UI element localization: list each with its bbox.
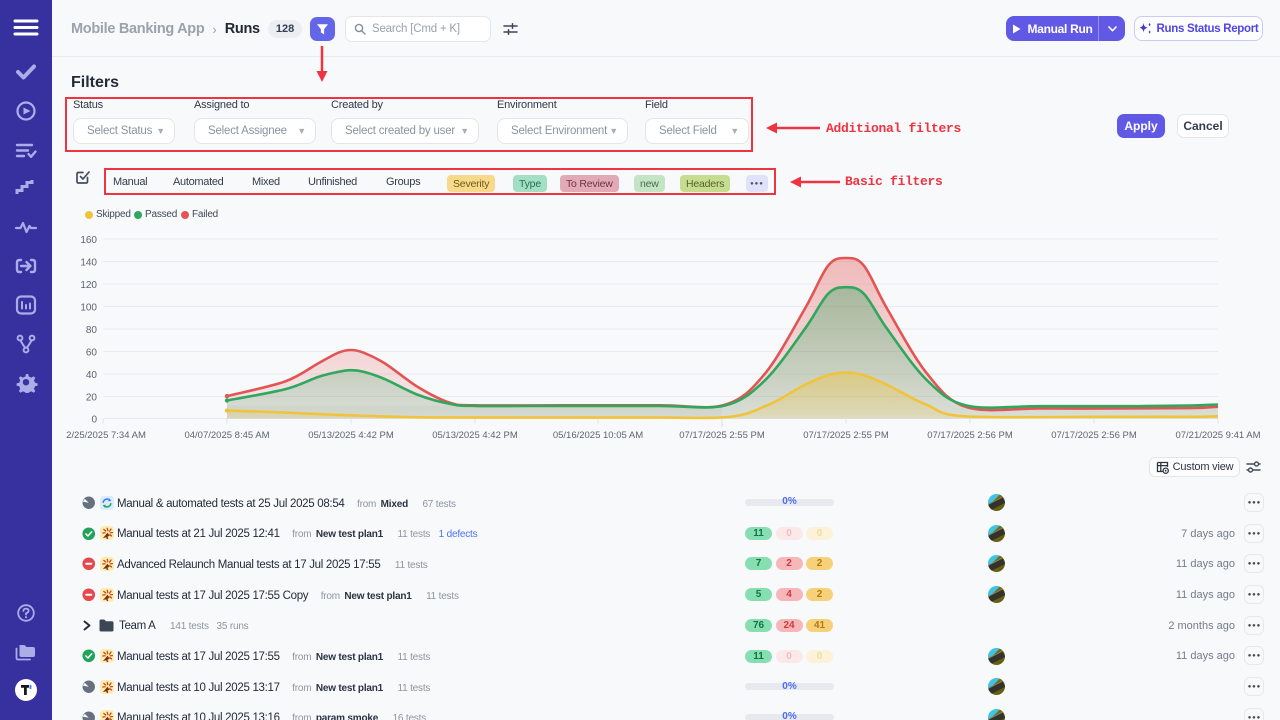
svg-text:120: 120 (80, 280, 97, 291)
svg-text:05/13/2025 4:42 PM: 05/13/2025 4:42 PM (308, 430, 394, 441)
svg-text:140: 140 (80, 258, 97, 269)
svg-text:07/17/2025 2:55 PM: 07/17/2025 2:55 PM (679, 430, 765, 441)
svg-text:07/21/2025 9:41 AM: 07/21/2025 9:41 AM (1175, 430, 1260, 441)
svg-text:07/17/2025 2:55 PM: 07/17/2025 2:55 PM (803, 430, 889, 441)
svg-text:04/07/2025 8:45 AM: 04/07/2025 8:45 AM (184, 430, 269, 441)
svg-text:60: 60 (86, 348, 98, 359)
svg-text:05/16/2025 10:05 AM: 05/16/2025 10:05 AM (553, 430, 643, 441)
svg-text:05/13/2025 4:42 PM: 05/13/2025 4:42 PM (432, 430, 518, 441)
svg-text:20: 20 (86, 393, 98, 404)
svg-text:100: 100 (80, 303, 97, 314)
svg-text:80: 80 (86, 325, 98, 336)
svg-text:40: 40 (86, 370, 98, 381)
svg-text:07/17/2025 2:56 PM: 07/17/2025 2:56 PM (927, 430, 1013, 441)
svg-text:2/25/2025 7:34 AM: 2/25/2025 7:34 AM (66, 430, 146, 441)
svg-text:07/17/2025 2:56 PM: 07/17/2025 2:56 PM (1051, 430, 1137, 441)
svg-text:0: 0 (91, 415, 97, 426)
svg-text:160: 160 (80, 235, 97, 246)
